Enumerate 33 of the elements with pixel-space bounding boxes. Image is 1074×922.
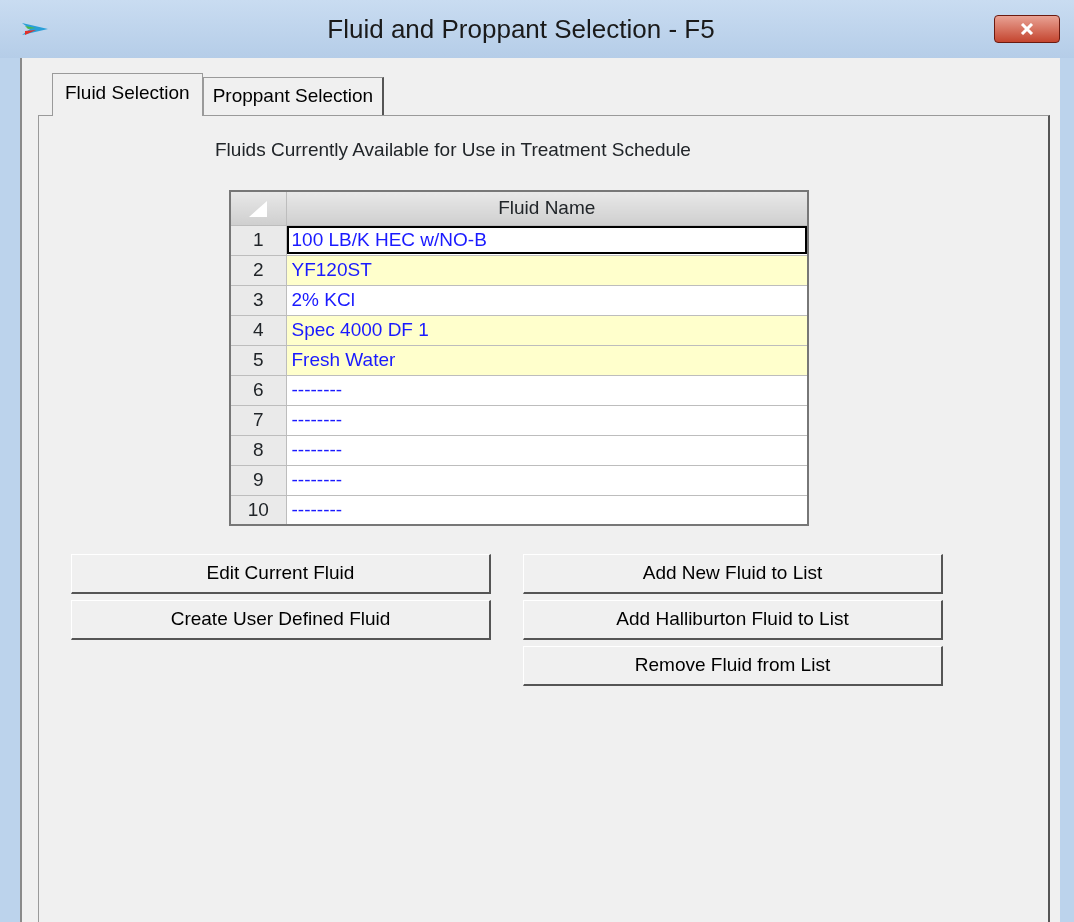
- row-header[interactable]: 2: [230, 255, 286, 285]
- action-button[interactable]: Remove Fluid from List: [523, 646, 943, 686]
- row-header[interactable]: 6: [230, 375, 286, 405]
- action-button[interactable]: Create User Defined Fluid: [71, 600, 491, 640]
- action-button[interactable]: Edit Current Fluid: [71, 554, 491, 594]
- table-cell[interactable]: 2% KCl: [286, 285, 808, 315]
- action-button[interactable]: Add Halliburton Fluid to List: [523, 600, 943, 640]
- row-header[interactable]: 7: [230, 405, 286, 435]
- row-header[interactable]: 8: [230, 435, 286, 465]
- row-header[interactable]: 5: [230, 345, 286, 375]
- action-button[interactable]: Add New Fluid to List: [523, 554, 943, 594]
- table-cell[interactable]: --------: [286, 435, 808, 465]
- table-cell[interactable]: Fresh Water: [286, 345, 808, 375]
- tab[interactable]: Proppant Selection: [202, 77, 385, 115]
- table-cell[interactable]: --------: [286, 375, 808, 405]
- table-cell[interactable]: Spec 4000 DF 1: [286, 315, 808, 345]
- row-header[interactable]: 10: [230, 495, 286, 525]
- table-cell[interactable]: --------: [286, 405, 808, 435]
- app-logo-icon: [22, 22, 48, 36]
- row-header[interactable]: 3: [230, 285, 286, 315]
- row-header[interactable]: 4: [230, 315, 286, 345]
- window-title: Fluid and Proppant Selection - F5: [326, 12, 716, 46]
- close-icon: [1020, 23, 1034, 35]
- table-cell[interactable]: --------: [286, 495, 808, 525]
- close-button[interactable]: [994, 15, 1060, 43]
- table-cell[interactable]: YF120ST: [286, 255, 808, 285]
- row-header[interactable]: 1: [230, 225, 286, 255]
- section-caption: Fluids Currently Available for Use in Treatment Schedule: [215, 137, 692, 162]
- table-cell[interactable]: 100 LB/K HEC w/NO-B: [286, 225, 808, 255]
- column-header[interactable]: Fluid Name: [286, 191, 808, 225]
- tab[interactable]: Fluid Selection: [52, 73, 203, 116]
- table-cell[interactable]: --------: [286, 465, 808, 495]
- row-header[interactable]: 9: [230, 465, 286, 495]
